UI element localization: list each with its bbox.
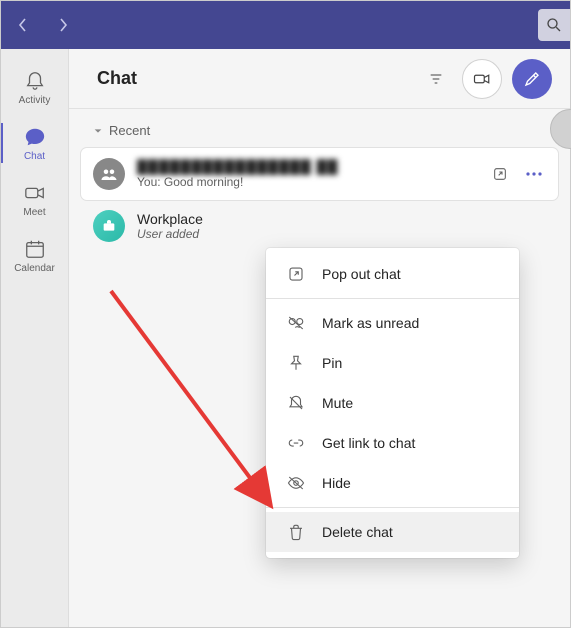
menu-get-link[interactable]: Get link to chat — [266, 423, 519, 463]
bell-icon — [23, 69, 47, 93]
menu-label: Hide — [322, 475, 351, 491]
menu-label: Pop out chat — [322, 266, 401, 282]
menu-mark-unread[interactable]: Mark as unread — [266, 303, 519, 343]
meet-now-button[interactable] — [462, 59, 502, 99]
menu-delete-chat[interactable]: Delete chat — [266, 512, 519, 552]
chat-list-item[interactable]: Workplace User added — [81, 200, 558, 252]
chat-header: Chat — [69, 49, 570, 109]
nav-label: Activity — [19, 95, 51, 106]
menu-label: Get link to chat — [322, 435, 415, 451]
section-label: Recent — [109, 123, 150, 138]
nav-activity[interactable]: Activity — [1, 59, 68, 115]
video-icon — [23, 181, 47, 205]
nav-chat[interactable]: Chat — [1, 115, 68, 171]
nav-label: Calendar — [14, 263, 55, 274]
app-rail: Activity Chat Meet Calendar — [1, 49, 69, 627]
trash-icon — [286, 522, 306, 542]
forward-button[interactable] — [53, 15, 73, 35]
nav-label: Chat — [24, 151, 45, 162]
chat-list-item[interactable]: ████████████████ ██ You: Good morning! — [81, 148, 558, 200]
chevron-down-icon — [93, 126, 103, 136]
mute-icon — [286, 393, 306, 413]
nav-calendar[interactable]: Calendar — [1, 227, 68, 283]
popout-button[interactable] — [488, 162, 512, 186]
nav-meet[interactable]: Meet — [1, 171, 68, 227]
menu-pin[interactable]: Pin — [266, 343, 519, 383]
calendar-icon — [23, 237, 47, 261]
menu-divider — [266, 298, 519, 299]
back-button[interactable] — [13, 15, 33, 35]
chat-item-title: Workplace — [137, 211, 546, 227]
nav-label: Meet — [23, 207, 45, 218]
page-title: Chat — [97, 68, 410, 89]
pin-icon — [286, 353, 306, 373]
menu-divider — [266, 507, 519, 508]
recent-section-toggle[interactable]: Recent — [69, 109, 570, 148]
chat-item-preview: You: Good morning! — [137, 175, 476, 189]
menu-label: Delete chat — [322, 524, 393, 540]
menu-label: Mute — [322, 395, 353, 411]
menu-label: Mark as unread — [322, 315, 419, 331]
titlebar — [1, 1, 570, 49]
chat-item-body: ████████████████ ██ You: Good morning! — [137, 159, 476, 189]
menu-label: Pin — [322, 355, 342, 371]
search-button[interactable] — [538, 9, 570, 41]
popout-icon — [286, 264, 306, 284]
chat-item-title: ████████████████ ██ — [137, 159, 476, 175]
more-options-button[interactable] — [522, 162, 546, 186]
chat-item-body: Workplace User added — [137, 211, 546, 241]
link-icon — [286, 433, 306, 453]
menu-hide[interactable]: Hide — [266, 463, 519, 503]
group-avatar-icon — [93, 158, 125, 190]
chat-icon — [23, 125, 47, 149]
chat-item-preview: User added — [137, 227, 546, 241]
unread-icon — [286, 313, 306, 333]
new-chat-button[interactable] — [512, 59, 552, 99]
filter-button[interactable] — [420, 63, 452, 95]
workplace-avatar-icon — [93, 210, 125, 242]
chat-context-menu: Pop out chat Mark as unread Pin Mute Get… — [266, 248, 519, 558]
hide-icon — [286, 473, 306, 493]
menu-popout[interactable]: Pop out chat — [266, 254, 519, 294]
menu-mute[interactable]: Mute — [266, 383, 519, 423]
chat-item-actions — [488, 162, 546, 186]
